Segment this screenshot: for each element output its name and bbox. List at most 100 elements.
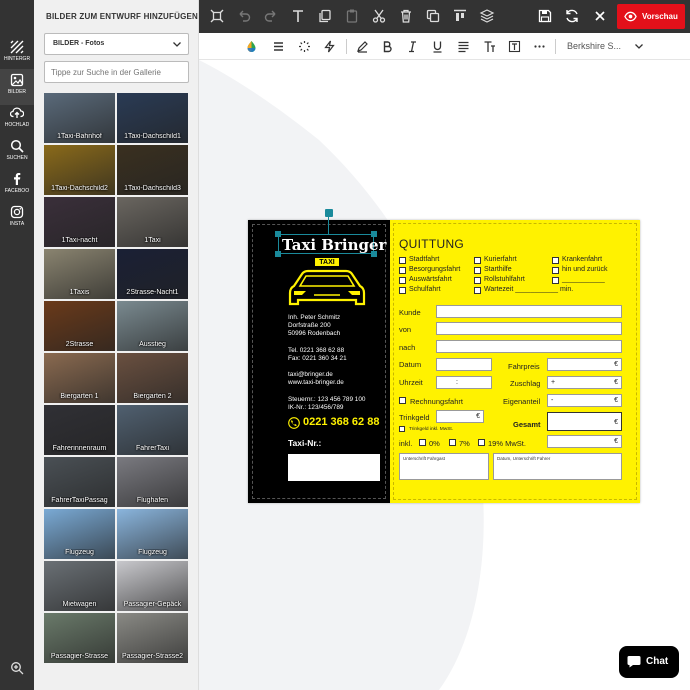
card-right-panel: QUITTUNG Stadtfahrt Kurierfahrt Krankenfah…: [390, 220, 640, 503]
underline-icon[interactable]: [431, 40, 444, 53]
rail-search-button[interactable]: SUCHEN: [0, 135, 34, 171]
checkbox[interactable]: [399, 287, 406, 294]
checkbox[interactable]: [474, 257, 481, 264]
receipt-card[interactable]: Taxi Bringer TAXI Inh. Peter Schmitz Dor…: [248, 209, 640, 503]
duplicate-icon[interactable]: [425, 8, 441, 24]
checkbox[interactable]: [399, 426, 405, 432]
checkbox[interactable]: [399, 397, 406, 404]
gallery-image[interactable]: FahrerTaxi: [117, 405, 188, 455]
checkbox[interactable]: [399, 257, 406, 264]
facebook-icon: [14, 173, 21, 185]
checkbox[interactable]: [474, 267, 481, 274]
gallery-image[interactable]: 1Taxi-Dachschild2: [44, 145, 115, 195]
brand-name[interactable]: Taxi Bringer: [282, 236, 386, 254]
checkbox[interactable]: [419, 439, 426, 446]
gallery-image[interactable]: Ausstieg: [117, 301, 188, 351]
rail-background-button[interactable]: HINTERGR: [0, 36, 34, 72]
gallery-image[interactable]: Passagier-Gepäck: [117, 561, 188, 611]
italic-icon[interactable]: [406, 40, 419, 53]
gallery-image[interactable]: Flughafen: [117, 457, 188, 507]
gallery-image[interactable]: 1Taxis: [44, 249, 115, 299]
gallery-image[interactable]: Fahrerinnenraum: [44, 405, 115, 455]
color-wheel-icon[interactable]: [245, 40, 258, 53]
group-icon[interactable]: [209, 8, 225, 24]
panel-title: BILDER ZUM ENTWURF HINZUFÜGEN: [46, 12, 199, 21]
editor-app: HINTERGR BILDER HOCHLAD SUCHEN FACEBOO I…: [0, 0, 690, 690]
checkbox[interactable]: [399, 267, 406, 274]
gallery-image[interactable]: Passagier-Strasse2: [117, 613, 188, 663]
contact-line: Dorfstraße 200: [288, 322, 331, 329]
undo-icon[interactable]: [236, 8, 252, 24]
gallery-image[interactable]: 1Taxi-Dachschild3: [117, 145, 188, 195]
rail-facebook-button[interactable]: FACEBOO: [0, 168, 34, 204]
checkbox[interactable]: [399, 277, 406, 284]
resize-handle[interactable]: [275, 231, 281, 237]
checkbox-label: Besorgungsfahrt: [409, 266, 461, 273]
gallery-search-input[interactable]: [44, 61, 189, 83]
checkbox-label: Rollstuhlfahrt: [484, 276, 525, 283]
delete-icon[interactable]: [398, 8, 414, 24]
taxi-number-box: [288, 454, 380, 481]
zoom-icon[interactable]: [10, 661, 24, 675]
gallery-image[interactable]: 1Taxi-Bahnhof: [44, 93, 115, 143]
close-icon[interactable]: [592, 8, 608, 24]
pen-icon[interactable]: [356, 40, 369, 53]
rail-instagram-button[interactable]: INSTA: [0, 201, 34, 237]
chat-button[interactable]: Chat: [619, 646, 679, 678]
more-icon[interactable]: [533, 40, 546, 53]
preview-button[interactable]: Vorschau: [617, 4, 685, 29]
gallery-image[interactable]: 1Taxi-nacht: [44, 197, 115, 247]
save-icon[interactable]: [537, 8, 553, 24]
gallery-image[interactable]: Passagier-Strasse: [44, 613, 115, 663]
redo-icon[interactable]: [263, 8, 279, 24]
checkbox[interactable]: [552, 257, 559, 264]
refresh-icon[interactable]: [564, 8, 580, 24]
cut-icon[interactable]: [371, 8, 387, 24]
rail-images-button[interactable]: BILDER: [0, 69, 34, 105]
paste-icon[interactable]: [344, 8, 360, 24]
field-label: Kunde: [399, 308, 421, 317]
layers-icon[interactable]: [479, 8, 495, 24]
image-panel: BILDER ZUM ENTWURF HINZUFÜGEN BILDER - F…: [34, 0, 229, 690]
gallery-image[interactable]: Biergarten 1: [44, 353, 115, 403]
line-spacing-icon[interactable]: [272, 40, 285, 53]
checkbox[interactable]: [552, 267, 559, 274]
checkbox[interactable]: [552, 277, 559, 284]
gallery-image[interactable]: 2Strasse-Nacht1: [117, 249, 188, 299]
font-family-select[interactable]: Berkshire S...: [567, 41, 621, 51]
gallery-image[interactable]: FahrerTaxiPassag: [44, 457, 115, 507]
contact-line: Steuernr.: 123 456 789 100: [288, 396, 366, 403]
chat-label: Chat: [646, 656, 669, 667]
chevron-down-icon: [173, 42, 181, 47]
align-icon[interactable]: [457, 40, 470, 53]
rotate-handle[interactable]: [325, 209, 333, 217]
checkbox[interactable]: [474, 277, 481, 284]
effects-icon[interactable]: [298, 40, 311, 53]
gallery-image[interactable]: Flugzeug: [117, 509, 188, 559]
gallery-image[interactable]: 1Taxi: [117, 197, 188, 247]
gallery-image[interactable]: Mietwagen: [44, 561, 115, 611]
text-frame-icon[interactable]: [508, 40, 521, 53]
checkbox[interactable]: [474, 287, 481, 294]
gallery-image-label: Passagier-Gepäck: [123, 601, 182, 608]
gallery-image-label: Flugzeug: [65, 549, 94, 556]
gallery-image[interactable]: 2Strasse: [44, 301, 115, 351]
gallery-image[interactable]: 1Taxi-Dachschild1: [117, 93, 188, 143]
flash-icon[interactable]: [323, 40, 336, 53]
gallery-image-label: Mietwagen: [62, 601, 97, 608]
text-icon[interactable]: [290, 8, 306, 24]
bold-icon[interactable]: [381, 40, 394, 53]
gallery-image[interactable]: Biergarten 2: [117, 353, 188, 403]
gallery-image[interactable]: Flugzeug: [44, 509, 115, 559]
rail-upload-button[interactable]: HOCHLAD: [0, 102, 34, 138]
contact-line: Fax: 0221 360 34 21: [288, 355, 347, 362]
align-top-icon[interactable]: [452, 8, 468, 24]
checkbox[interactable]: [478, 439, 485, 446]
checkbox[interactable]: [449, 439, 456, 446]
text-size-icon[interactable]: [483, 40, 496, 53]
category-select[interactable]: BILDER - Fotos: [44, 33, 189, 55]
resize-handle[interactable]: [275, 251, 281, 257]
chevron-down-icon[interactable]: [634, 41, 644, 51]
category-value: BILDER - Fotos: [53, 40, 105, 47]
copy-icon[interactable]: [317, 8, 333, 24]
